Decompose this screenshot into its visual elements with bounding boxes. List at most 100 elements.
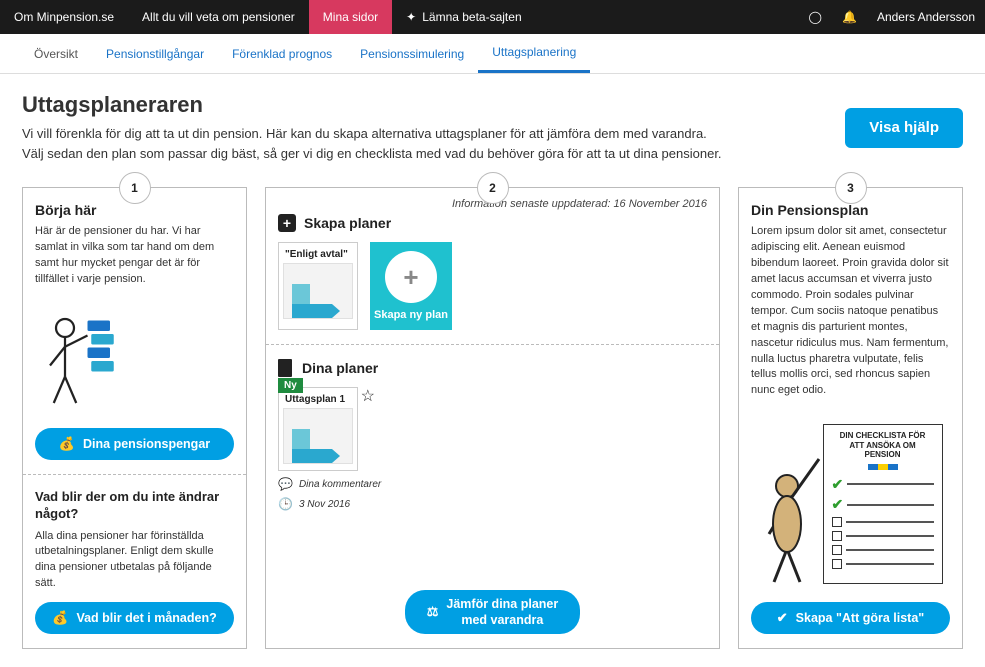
desc-line: Välj sedan den plan som passar dig bäst,… (22, 144, 722, 164)
top-nav: Om Minpension.se Allt du vill veta om pe… (0, 0, 985, 34)
checkbox-icon (832, 545, 842, 555)
notifications-icon[interactable]: 🔔 (832, 0, 867, 34)
your-pension-money-button[interactable]: 💰 Dina pensionspengar (35, 428, 234, 460)
topnav-item-my-pages[interactable]: Mina sidor (309, 0, 392, 34)
exit-icon: ✦ (406, 10, 416, 24)
section-title: Skapa planer (304, 215, 391, 231)
button-label: Visa hjälp (869, 119, 939, 136)
your-plans-header: Dina planer (278, 359, 707, 377)
check-icon: ✔ (777, 610, 788, 626)
tab-simulation[interactable]: Pensionssimulering (346, 34, 478, 73)
card-title: Börja här (35, 202, 234, 218)
create-new-plan-tile[interactable]: + Skapa ny plan (370, 242, 452, 330)
card-divider (23, 474, 246, 475)
tab-simplified-forecast[interactable]: Förenklad prognos (218, 34, 346, 73)
meta-text: Dina kommentarer (299, 479, 381, 490)
money-bag-icon: 💰 (59, 436, 75, 452)
card-text: Lorem ipsum dolor sit amet, consectetur … (751, 224, 950, 399)
plus-icon: + (278, 214, 296, 232)
card-title: Din Pensionsplan (751, 202, 950, 218)
person-chart-illustration (35, 298, 125, 418)
scale-icon: ⚖ (427, 604, 439, 621)
help-button[interactable]: Visa hjälp (845, 108, 963, 148)
page-header-text: Uttagsplaneraren Vi vill förenkla för di… (22, 92, 722, 163)
check-icon: ✔ (832, 476, 844, 493)
circle-status-icon[interactable]: ◯ (799, 0, 832, 34)
step-badge: 2 (477, 172, 509, 204)
mini-chart (283, 263, 353, 319)
page-content: Uttagsplaneraren Vi vill förenkla för di… (0, 74, 985, 667)
section-divider (266, 344, 719, 345)
flag-icon (868, 464, 898, 470)
spacer (536, 0, 799, 34)
plan-template-tile[interactable]: "Enligt avtal" (278, 242, 358, 330)
person-pointing-icon (759, 434, 829, 584)
step-1-column: 1 Börja här Här är de pensioner du har. … (22, 187, 247, 649)
tile-label: Skapa ny plan (374, 309, 448, 321)
card-text: Alla dina pensioner har förinställda utb… (35, 529, 234, 593)
plan-comments-meta: 💬 Dina kommentarer (278, 477, 707, 491)
tab-label: Pensionstillgångar (106, 47, 204, 61)
checkbox-icon (832, 531, 842, 541)
compare-button-wrap: ⚖ Jämför dina planer med varandra (278, 580, 707, 635)
step-badge: 3 (835, 172, 867, 204)
monthly-amount-button[interactable]: 💰 Vad blir det i månaden? (35, 602, 234, 634)
sub-nav: Översikt Pensionstillgångar Förenklad pr… (0, 34, 985, 74)
compare-plans-button[interactable]: ⚖ Jämför dina planer med varandra (405, 590, 581, 635)
document-icon (278, 359, 292, 377)
tile-title: Uttagsplan 1 (285, 394, 353, 405)
clock-icon: 🕒 (278, 497, 293, 511)
button-label: Skapa "Att göra lista" (796, 611, 925, 625)
tab-label: Översikt (34, 47, 78, 61)
button-label: Dina pensionspengar (83, 437, 210, 451)
start-here-card: 1 Börja här Här är de pensioner du har. … (22, 187, 247, 649)
checkbox-icon (832, 559, 842, 569)
button-label: Jämför dina planer med varandra (446, 596, 558, 629)
nav-label: Om Minpension.se (14, 10, 114, 24)
step-3-column: 3 Din Pensionsplan Lorem ipsum dolor sit… (738, 187, 963, 649)
meta-text: 3 Nov 2016 (299, 499, 350, 510)
create-plans-header: + Skapa planer (278, 214, 707, 232)
comment-icon: 💬 (278, 477, 293, 491)
card-title: Vad blir der om du inte ändrar något? (35, 489, 234, 523)
step-badge: 1 (119, 172, 151, 204)
new-badge: Ny (278, 378, 303, 393)
tab-label: Förenklad prognos (232, 47, 332, 61)
tile-title: "Enligt avtal" (285, 249, 353, 260)
checklist-title: DIN CHECKLISTA FÖR ATT ANSÖKA OM PENSION (832, 431, 934, 460)
topnav-item-about[interactable]: Om Minpension.se (0, 0, 128, 34)
pension-plan-card: 3 Din Pensionsplan Lorem ipsum dolor sit… (738, 187, 963, 649)
section-title: Dina planer (302, 360, 378, 376)
nav-label: Lämna beta-sajten (422, 10, 521, 24)
checklist-box: DIN CHECKLISTA FÖR ATT ANSÖKA OM PENSION… (823, 424, 943, 584)
step-columns: 1 Börja här Här är de pensioner du har. … (22, 187, 963, 649)
plans-card: 2 Information senaste uppdaterad: 16 Nov… (265, 187, 720, 649)
create-todo-list-button[interactable]: ✔ Skapa "Att göra lista" (751, 602, 950, 634)
tab-overview[interactable]: Översikt (20, 34, 92, 73)
user-menu[interactable]: Anders Andersson (867, 0, 985, 34)
page-description: Vi vill förenkla för dig att ta ut din p… (22, 124, 722, 163)
tab-withdrawal-planning[interactable]: Uttagsplanering (478, 34, 590, 73)
mini-chart (283, 408, 353, 464)
button-label: Vad blir det i månaden? (76, 611, 216, 625)
nav-label: Mina sidor (323, 10, 378, 24)
tab-assets[interactable]: Pensionstillgångar (92, 34, 218, 73)
money-bag-icon: 💰 (52, 610, 68, 626)
step-2-column: 2 Information senaste uppdaterad: 16 Nov… (265, 187, 720, 649)
desc-line: Vi vill förenkla för dig att ta ut din p… (22, 124, 722, 144)
tab-label: Uttagsplanering (492, 45, 576, 59)
user-plan-tiles: Ny ☆ Uttagsplan 1 (278, 387, 707, 471)
user-name: Anders Andersson (877, 10, 975, 24)
page-header-row: Uttagsplaneraren Vi vill förenkla för di… (22, 92, 963, 163)
nav-label: Allt du vill veta om pensioner (142, 10, 295, 24)
checkbox-icon (832, 517, 842, 527)
user-plan-tile[interactable]: Ny ☆ Uttagsplan 1 (278, 387, 358, 471)
plan-date-meta: 🕒 3 Nov 2016 (278, 497, 707, 511)
page-title: Uttagsplaneraren (22, 92, 722, 118)
topnav-item-pensions-info[interactable]: Allt du vill veta om pensioner (128, 0, 309, 34)
checklist-rows: ✔ ✔ (832, 476, 934, 570)
tab-label: Pensionssimulering (360, 47, 464, 61)
star-favorite-icon[interactable]: ☆ (361, 386, 375, 406)
topnav-item-leave-beta[interactable]: ✦ Lämna beta-sajten (392, 0, 535, 34)
template-plan-tiles: "Enligt avtal" + Skapa ny plan (278, 242, 707, 330)
